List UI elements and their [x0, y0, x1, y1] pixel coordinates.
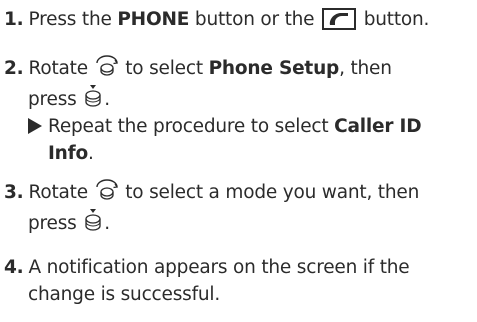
step-number: 4. [4, 257, 24, 278]
step-3: 3. Rotate to select a mode you want, then… [4, 178, 474, 240]
step-text: to select [119, 58, 209, 79]
step-text: to select a mode you want, then [119, 182, 420, 203]
step-text: Rotate [28, 182, 94, 203]
step-text: change is successful. [28, 284, 221, 305]
step-text: A notification appears on the screen if … [28, 257, 410, 278]
step-text: press [28, 89, 83, 110]
step-text: . [88, 143, 94, 164]
selector-knob-rotate-icon [94, 54, 120, 84]
step-1: 1. Press the PHONE button or the button. [4, 6, 474, 33]
selector-knob-press-icon [82, 84, 104, 116]
sub-step: Repeat the procedure to select Caller ID… [28, 113, 474, 167]
selector-knob-press-icon [82, 208, 104, 240]
step-text: press [28, 213, 83, 234]
step-text: , then [339, 58, 392, 79]
menu-item-label: Info [48, 143, 89, 164]
step-4: 4. A notification appears on the screen i… [4, 254, 474, 308]
step-text: Repeat the procedure to select [48, 116, 335, 137]
phone-label: PHONE [117, 9, 190, 30]
step-text: . [104, 89, 110, 110]
phone-button-icon [322, 8, 357, 30]
step-number: 2. [4, 58, 24, 79]
step-2: 2. Rotate to select Phone Setup, then pre… [4, 54, 474, 116]
selector-knob-rotate-icon [94, 178, 120, 208]
instruction-page: 1. Press the PHONE button or the button. … [0, 0, 477, 322]
step-text: Rotate [28, 58, 94, 79]
menu-item-label: Phone Setup [208, 58, 340, 79]
step-number: 3. [4, 182, 24, 203]
step-text: button. [358, 9, 430, 30]
menu-item-label: Caller ID [334, 116, 422, 137]
arrow-bullet-icon [28, 118, 42, 134]
step-text: . [104, 213, 110, 234]
step-number: 1. [4, 9, 24, 30]
step-text: Press the [28, 9, 118, 30]
step-text: button or the [189, 9, 321, 30]
